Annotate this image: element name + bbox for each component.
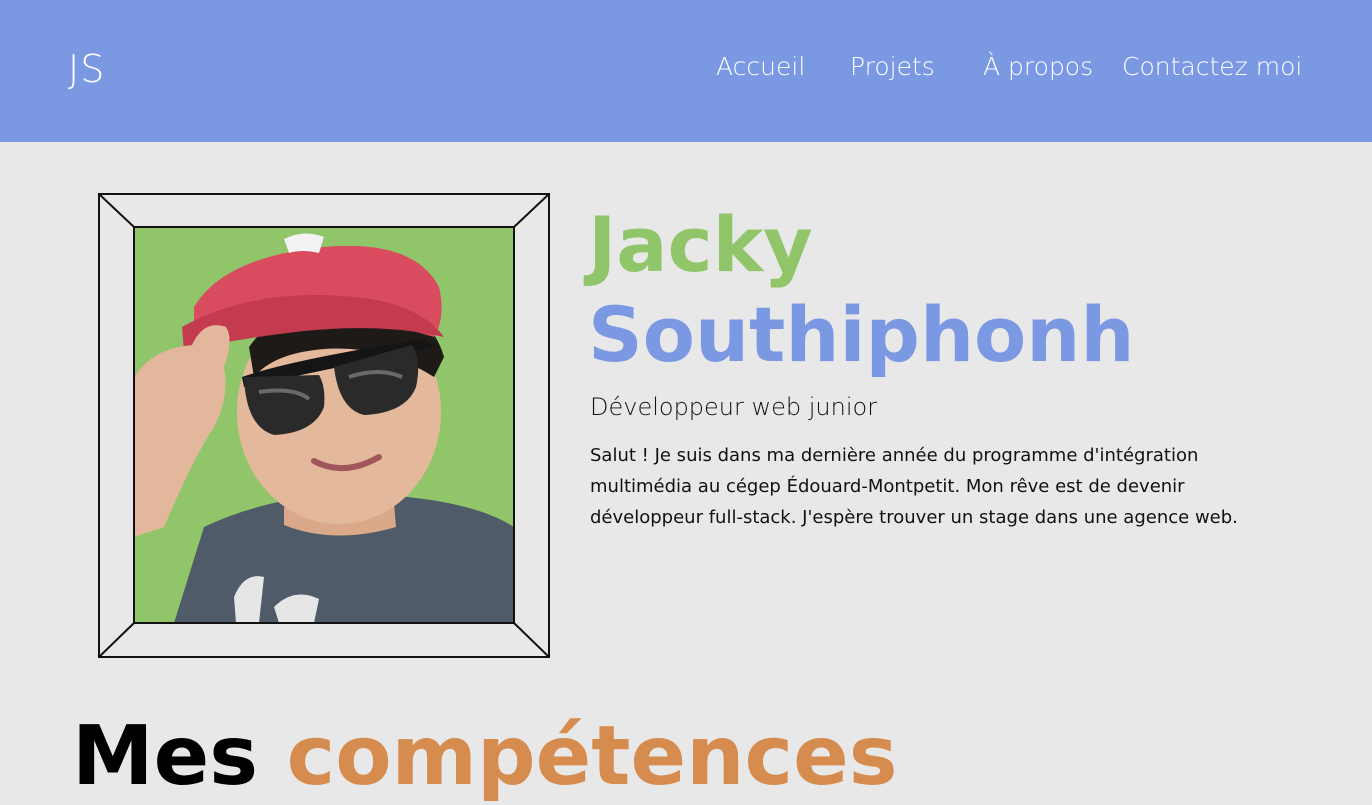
nav-item-projets[interactable]: Projets bbox=[850, 52, 935, 82]
site-header: JS Accueil Projets À propos Contactez mo… bbox=[0, 0, 1372, 142]
main-nav: Accueil Projets À propos Contactez moi bbox=[0, 52, 1372, 88]
skills-title-part2: compétences bbox=[286, 709, 898, 804]
bio-paragraph: Salut ! Je suis dans ma dernière année d… bbox=[590, 445, 1238, 528]
skills-section-title: Mes compétences bbox=[72, 709, 898, 804]
nav-item-contactez-moi[interactable]: Contactez moi bbox=[1122, 52, 1302, 82]
job-title: Développeur web junior bbox=[590, 393, 878, 421]
nav-item-a-propos[interactable]: À propos bbox=[983, 52, 1093, 82]
nav-item-accueil[interactable]: Accueil bbox=[716, 52, 805, 82]
first-name-heading: Jacky bbox=[588, 200, 813, 289]
profile-picture-frame bbox=[98, 193, 550, 658]
skills-title-part1: Mes bbox=[72, 709, 259, 804]
frame-border bbox=[98, 193, 550, 658]
last-name-heading: Southiphonh bbox=[588, 290, 1135, 379]
